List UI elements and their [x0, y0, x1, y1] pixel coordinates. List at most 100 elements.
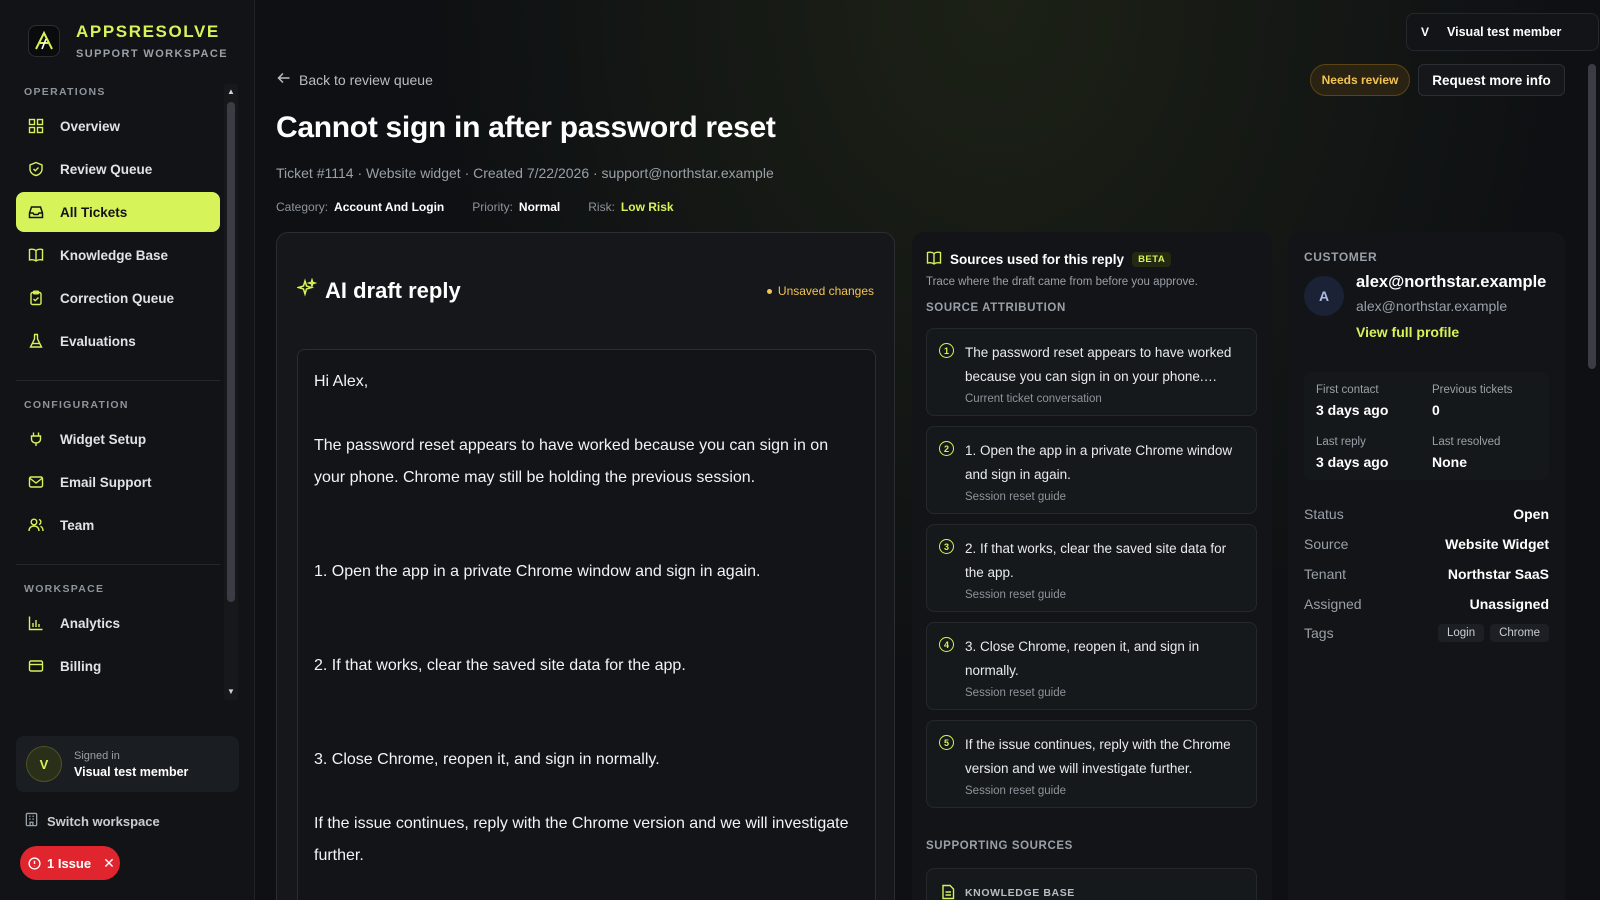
page-title: Cannot sign in after password reset	[276, 111, 776, 144]
view-full-profile-link[interactable]: View full profile	[1356, 324, 1459, 340]
sidebar-item-review-queue[interactable]: Review Queue	[16, 149, 220, 189]
draft-paragraph: If the issue continues, reply with the C…	[314, 815, 849, 864]
sidebar-item-analytics[interactable]: Analytics	[16, 603, 220, 643]
draft-header: AI draft reply	[295, 277, 461, 304]
issue-indicator[interactable]: 1 Issue ✕	[20, 846, 120, 880]
source-item[interactable]: 4 3. Close Chrome, reopen it, and sign i…	[926, 622, 1257, 710]
user-initial: V	[1421, 25, 1430, 39]
source-item[interactable]: 2 1. Open the app in a private Chrome wi…	[926, 426, 1257, 514]
source-attribution-label: SOURCE ATTRIBUTION	[926, 302, 1066, 314]
stat-value: 3 days ago	[1316, 454, 1389, 470]
field-label: Assigned	[1304, 596, 1362, 612]
beta-badge: BETA	[1132, 252, 1172, 267]
draft-reply-editor[interactable]: Hi Alex, The password reset appears to h…	[297, 349, 876, 900]
sidebar-item-label: Analytics	[60, 615, 121, 631]
scroll-up-icon[interactable]: ▲	[226, 87, 236, 97]
risk-label: Risk:	[588, 200, 615, 214]
draft-paragraph: 1. Open the app in a private Chrome wind…	[314, 563, 761, 580]
scroll-down-icon[interactable]: ▼	[226, 687, 236, 697]
customer-panel: CUSTOMER A alex@northstar.example alex@n…	[1288, 232, 1565, 900]
source-item[interactable]: 5 If the issue continues, reply with the…	[926, 720, 1257, 808]
source-number: 3	[939, 539, 954, 554]
close-icon[interactable]: ✕	[103, 855, 115, 872]
unsaved-label: Unsaved changes	[777, 284, 874, 298]
status-badge: Needs review	[1310, 64, 1410, 96]
customer-stats: First contact 3 days ago Previous ticket…	[1304, 372, 1549, 480]
sidebar-item-label: Review Queue	[60, 161, 153, 177]
switch-workspace-button[interactable]: Switch workspace	[24, 812, 160, 830]
users-icon	[27, 516, 45, 534]
field-value: Open	[1513, 506, 1549, 522]
ai-draft-card: AI draft reply Unsaved changes Hi Alex, …	[276, 232, 895, 900]
credit-card-icon	[27, 657, 45, 675]
source-text: The password reset appears to have worke…	[965, 345, 1232, 384]
category-label: Category:	[276, 200, 329, 214]
sidebar-item-billing[interactable]: Billing	[16, 646, 220, 686]
mail-icon	[27, 473, 45, 491]
sidebar-nav: OPERATIONS Overview Review Queue All Tic…	[0, 84, 240, 699]
shield-check-icon	[27, 160, 45, 178]
field-status: Status Open	[1304, 506, 1549, 522]
sources-panel: Sources used for this reply BETA Trace w…	[912, 232, 1272, 900]
brand-subtitle: SUPPORT WORKSPACE	[76, 48, 228, 60]
inbox-icon	[27, 203, 45, 221]
source-number: 5	[939, 735, 954, 750]
source-number: 4	[939, 637, 954, 652]
tag[interactable]: Chrome	[1490, 624, 1549, 642]
section-title-configuration: CONFIGURATION	[24, 399, 129, 411]
sources-header: Sources used for this reply BETA	[926, 250, 1172, 269]
page-scrollbar-thumb[interactable]	[1588, 64, 1596, 369]
unsaved-indicator: Unsaved changes	[766, 284, 874, 298]
request-more-info-button[interactable]: Request more info	[1418, 64, 1565, 96]
stat-label: Last resolved	[1432, 436, 1501, 448]
brand[interactable]: APPSRESOLVE SUPPORT WORKSPACE	[28, 22, 228, 60]
switch-workspace-label: Switch workspace	[47, 813, 160, 829]
customer-avatar: A	[1304, 276, 1344, 316]
stat-first-contact: First contact 3 days ago	[1316, 384, 1388, 418]
field-label: Tenant	[1304, 566, 1347, 582]
bar-chart-icon	[27, 614, 45, 632]
sources-subtitle: Trace where the draft came from before y…	[926, 276, 1198, 288]
stat-value: 0	[1432, 402, 1440, 418]
priority-label: Priority:	[472, 200, 513, 214]
supporting-sources-label: SUPPORTING SOURCES	[926, 840, 1073, 852]
document-icon	[941, 884, 955, 900]
stat-label: Previous tickets	[1432, 384, 1513, 396]
user-menu-button[interactable]: V Visual test member	[1406, 13, 1599, 51]
sidebar-item-all-tickets[interactable]: All Tickets	[16, 192, 220, 232]
sidebar-scrollbar[interactable]: ▲ ▼	[224, 84, 238, 700]
source-item[interactable]: 3 2. If that works, clear the saved site…	[926, 524, 1257, 612]
knowledge-base-source[interactable]: KNOWLEDGE BASE	[926, 868, 1257, 900]
signed-in-card[interactable]: V Signed in Visual test member	[16, 736, 239, 792]
sidebar-item-label: Team	[60, 517, 95, 533]
status-dot	[766, 288, 772, 294]
sidebar-item-team[interactable]: Team	[16, 505, 220, 545]
source-text: 1. Open the app in a private Chrome wind…	[965, 443, 1233, 482]
source-origin: Session reset guide	[965, 785, 1067, 797]
field-label: Source	[1304, 536, 1349, 552]
sidebar-scrollbar-thumb[interactable]	[227, 102, 235, 602]
sidebar-item-overview[interactable]: Overview	[16, 106, 220, 146]
sidebar-item-knowledge-base[interactable]: Knowledge Base	[16, 235, 220, 275]
sidebar-item-label: Evaluations	[60, 333, 136, 349]
stat-value: None	[1432, 454, 1467, 470]
grid-icon	[27, 117, 45, 135]
back-to-review-queue-link[interactable]: Back to review queue	[277, 71, 433, 88]
category-value: Account And Login	[334, 200, 445, 214]
sidebar-item-correction-queue[interactable]: Correction Queue	[16, 278, 220, 318]
section-title-operations: OPERATIONS	[24, 86, 106, 98]
source-item[interactable]: 1 The password reset appears to have wor…	[926, 328, 1257, 416]
customer-section-label: CUSTOMER	[1304, 250, 1378, 264]
clipboard-check-icon	[27, 289, 45, 307]
tag[interactable]: Login	[1437, 624, 1485, 642]
draft-paragraph: 2. If that works, clear the saved site d…	[314, 657, 686, 674]
sidebar-item-evaluations[interactable]: Evaluations	[16, 321, 220, 361]
issue-label: 1 Issue	[47, 855, 92, 871]
source-origin: Current ticket conversation	[965, 393, 1102, 405]
sidebar-item-label: All Tickets	[60, 204, 128, 220]
stat-last-resolved: Last resolved None	[1432, 436, 1500, 470]
field-source: Source Website Widget	[1304, 536, 1549, 552]
sidebar-item-widget-setup[interactable]: Widget Setup	[16, 419, 220, 459]
building-icon	[24, 812, 39, 830]
sidebar-item-email-support[interactable]: Email Support	[16, 462, 220, 502]
